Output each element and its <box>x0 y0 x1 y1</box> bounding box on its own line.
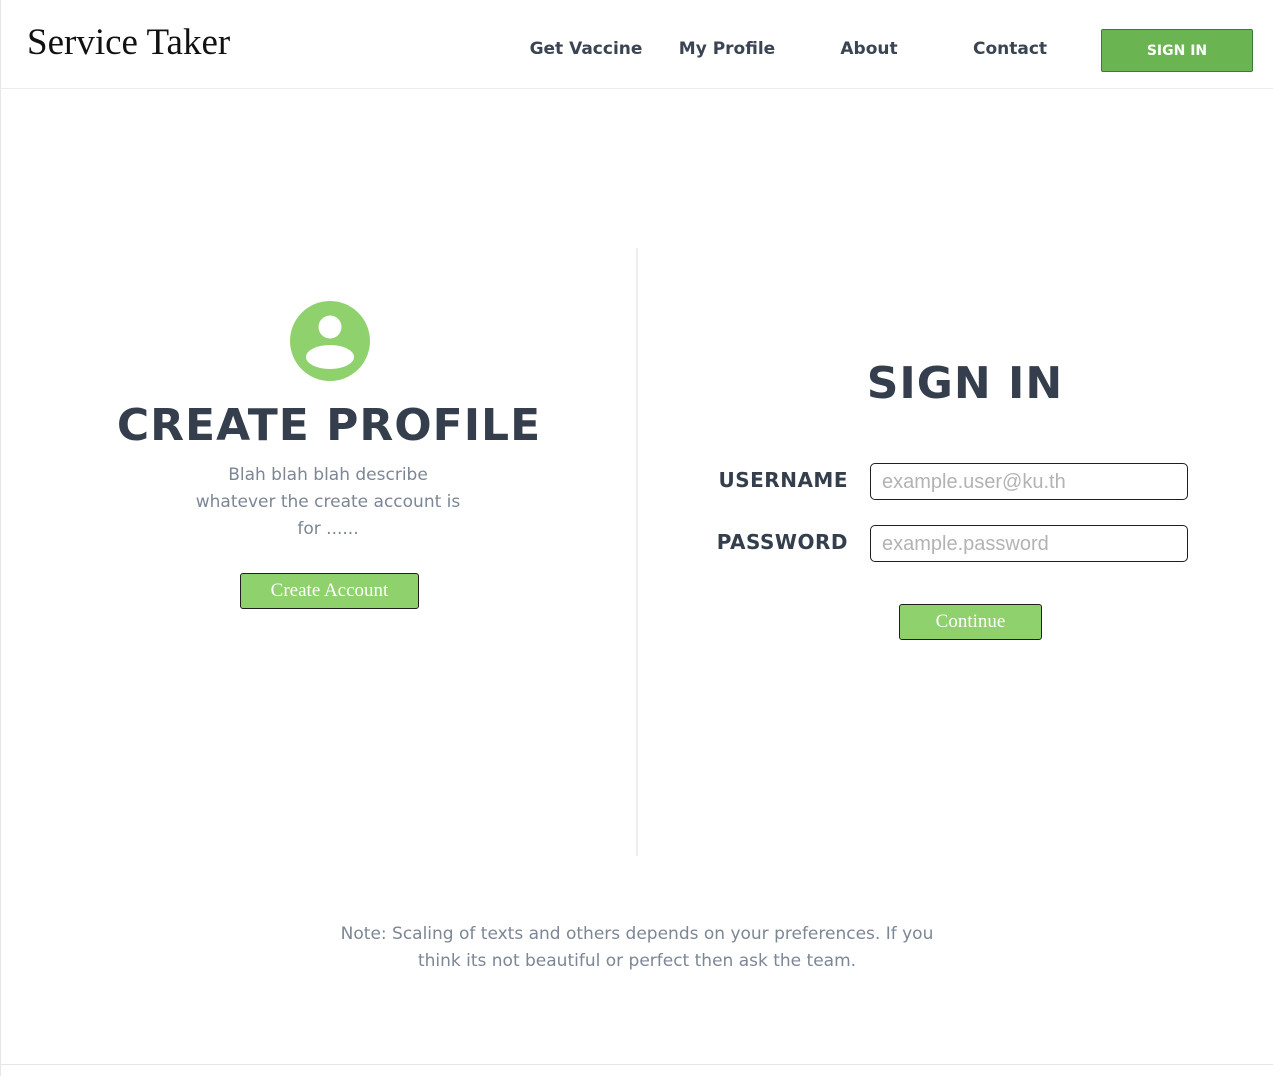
nav-get-vaccine[interactable]: Get Vaccine <box>530 38 643 60</box>
nav-about[interactable]: About <box>840 38 897 60</box>
footer-note: Note: Scaling of texts and others depend… <box>340 924 934 971</box>
nav-my-profile[interactable]: My Profile <box>679 38 775 60</box>
create-profile-description: Blah blah blah describe whatever the cre… <box>195 465 461 539</box>
continue-button[interactable]: Continue <box>899 604 1042 640</box>
username-label: USERNAME <box>718 468 848 492</box>
nav-contact[interactable]: Contact <box>973 38 1047 60</box>
create-profile-heading: CREATE PROFILE <box>116 400 542 451</box>
vertical-divider <box>636 248 638 856</box>
username-input[interactable] <box>870 463 1188 500</box>
password-input[interactable] <box>870 525 1188 562</box>
signin-heading: SIGN IN <box>866 358 1064 409</box>
create-account-button[interactable]: Create Account <box>240 573 419 609</box>
header-signin-button[interactable]: SIGN IN <box>1101 29 1253 72</box>
password-label: PASSWORD <box>716 530 848 554</box>
bottom-divider <box>0 1064 1273 1065</box>
user-circle-icon <box>290 301 370 381</box>
top-navbar: Service Taker Get Vaccine My Profile Abo… <box>0 0 1273 89</box>
brand-title: Service Taker <box>27 22 231 63</box>
